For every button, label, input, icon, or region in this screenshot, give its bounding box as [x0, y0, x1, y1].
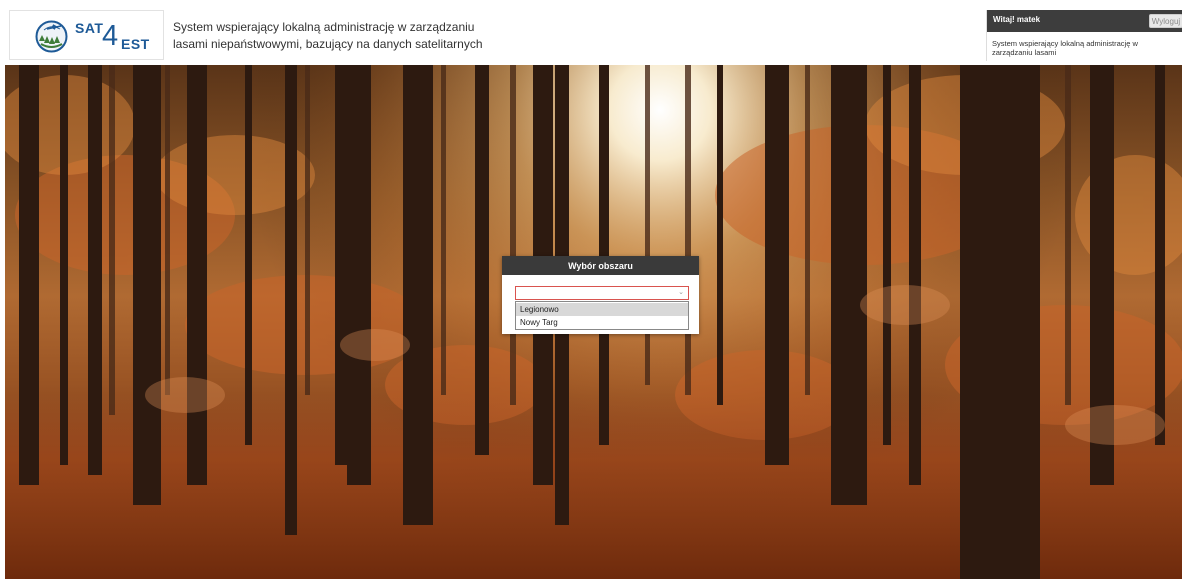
sat4est-logo[interactable]: SAT 4 EST	[9, 10, 164, 60]
modal-title: Wybór obszaru	[568, 261, 633, 271]
chevron-down-icon: ⌄	[678, 289, 684, 296]
top-header: SAT 4 EST System wspierający lokalną adm…	[0, 0, 1182, 65]
welcome-text: Witaj! matek	[993, 15, 1041, 24]
logo-four: 4	[102, 20, 119, 52]
area-dropdown-list: Legionowo Nowy Targ	[515, 301, 689, 330]
user-panel-description: System wspierający lokalną administrację…	[992, 39, 1138, 57]
logo-sat: SAT	[75, 20, 104, 36]
option-legionowo[interactable]: Legionowo	[516, 303, 688, 316]
modal-header: Wybór obszaru	[502, 256, 699, 275]
logout-button[interactable]: Wyloguj	[1149, 14, 1182, 28]
satellite-globe-icon	[35, 20, 68, 53]
logo-est: EST	[121, 36, 150, 52]
system-title: System wspierający lokalną administrację…	[173, 20, 483, 51]
area-selection-modal: Wybór obszaru ⌄ Legionowo Nowy Targ	[502, 256, 699, 334]
option-nowy-targ[interactable]: Nowy Targ	[516, 316, 688, 329]
user-panel-header: Witaj! matek Wyloguj	[987, 10, 1182, 32]
area-select[interactable]: ⌄	[515, 286, 689, 300]
user-panel: Witaj! matek Wyloguj System wspierający …	[986, 10, 1182, 61]
